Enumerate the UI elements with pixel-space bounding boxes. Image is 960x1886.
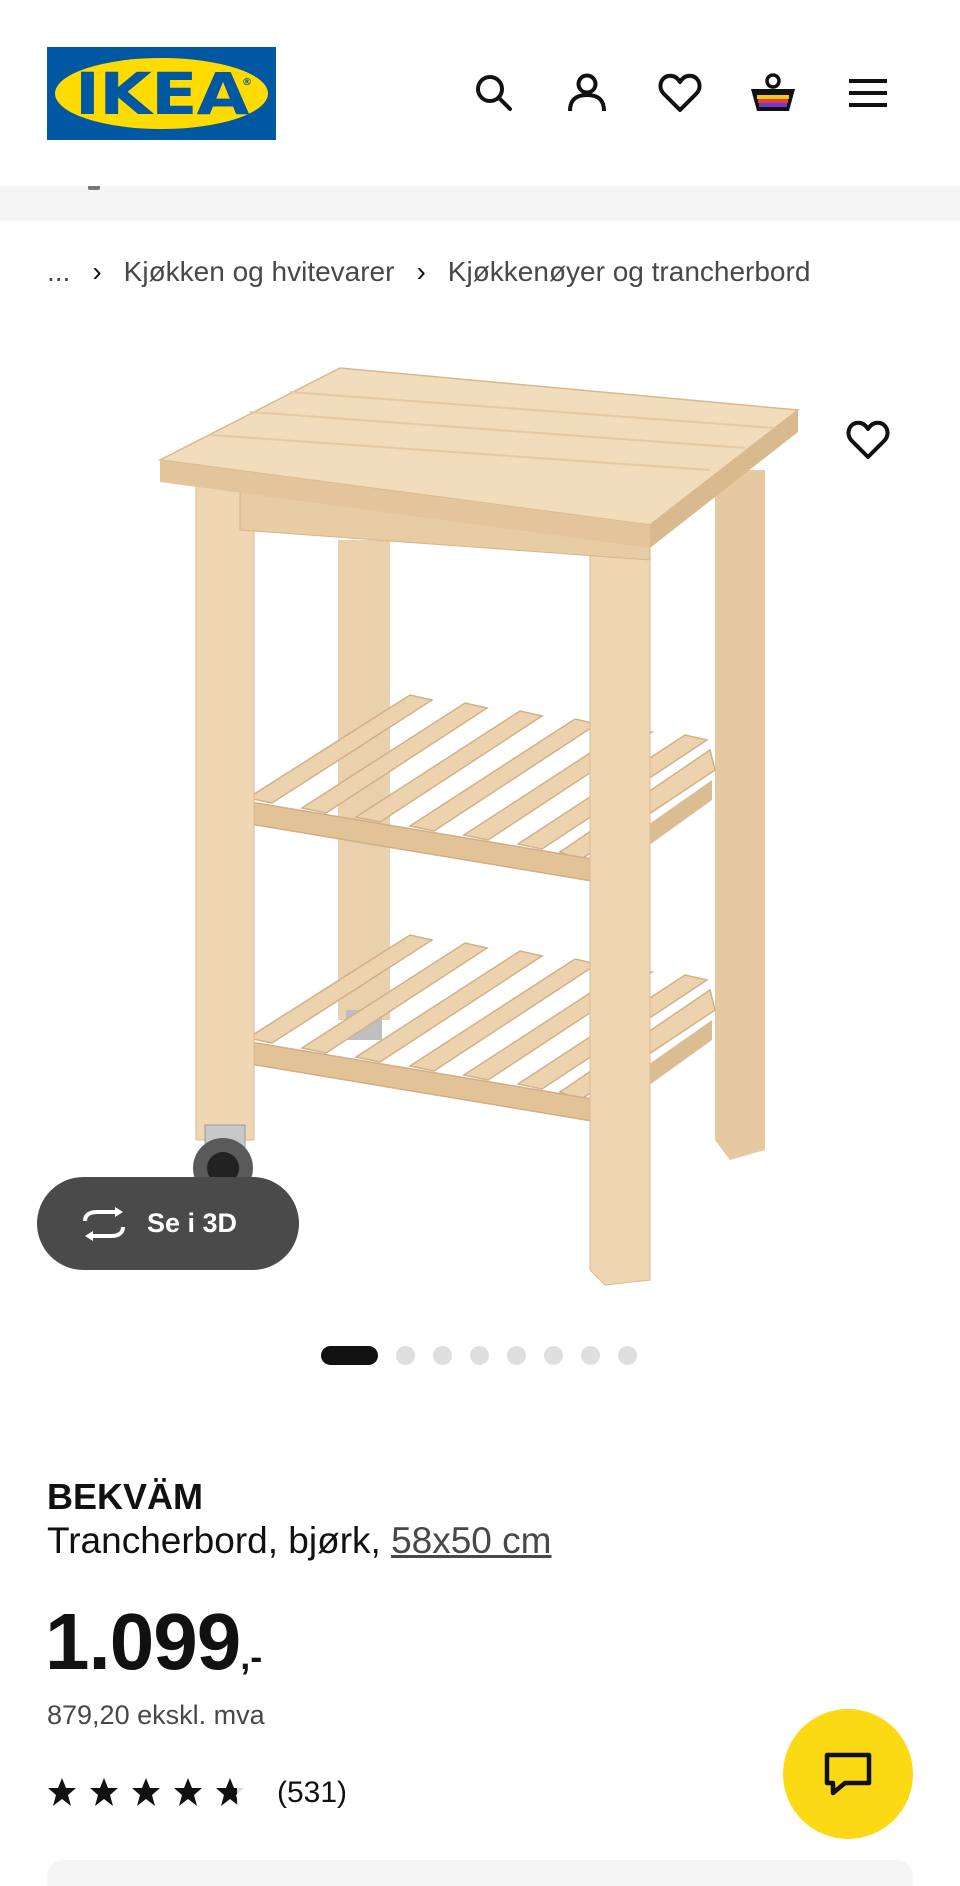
chevron-right-icon: › xyxy=(416,256,426,287)
review-count: (531) xyxy=(277,1776,348,1809)
menu-icon xyxy=(849,79,887,107)
breadcrumb-item-kitchen[interactable]: Kjøkken og hvitevarer xyxy=(124,256,395,288)
pagination-dot[interactable] xyxy=(321,1345,378,1365)
product-size-link[interactable]: 58x50 cm xyxy=(391,1520,551,1561)
site-header: IKEA ® xyxy=(0,0,960,186)
price-integer: 1.099 xyxy=(45,1597,241,1686)
pagination-dot[interactable] xyxy=(618,1345,637,1365)
product-name: BEKVÄM xyxy=(47,1476,204,1517)
breadcrumb-ellipsis[interactable]: ... xyxy=(47,256,70,288)
price-decimal: ,- xyxy=(240,1636,263,1677)
strip-mark xyxy=(88,186,100,190)
price-ex-vat: 879,20 ekskl. mva xyxy=(47,1700,265,1730)
product-type: Trancherbord, bjørk, xyxy=(47,1520,392,1561)
gallery-pagination xyxy=(321,1345,655,1365)
logo-registered-mark: ® xyxy=(242,77,252,88)
menu-button[interactable] xyxy=(841,66,895,120)
wishlist-button[interactable] xyxy=(653,66,707,120)
next-section-card xyxy=(47,1860,913,1886)
rating-stars xyxy=(47,1777,251,1809)
pagination-dot[interactable] xyxy=(507,1345,526,1365)
header-strip xyxy=(0,186,960,221)
heart-icon xyxy=(846,420,890,459)
add-to-wishlist-button[interactable] xyxy=(838,410,898,470)
chevron-right-icon: › xyxy=(92,256,102,287)
pagination-dot[interactable] xyxy=(433,1345,452,1365)
see-in-3d-label: Se i 3D xyxy=(147,1208,238,1238)
logo-wordmark: IKEA xyxy=(74,59,250,128)
star-icon xyxy=(132,1778,160,1806)
pagination-dot[interactable] xyxy=(581,1345,600,1365)
product-image[interactable] xyxy=(0,330,960,1320)
star-half-icon xyxy=(216,1778,244,1806)
account-button[interactable] xyxy=(560,66,614,120)
pagination-dot[interactable] xyxy=(396,1345,415,1365)
product-description: Trancherbord, bjørk, 58x50 cm xyxy=(47,1520,552,1562)
pagination-dot[interactable] xyxy=(470,1345,489,1365)
product-price: 1.099 ,- xyxy=(45,1596,262,1688)
search-icon xyxy=(476,75,512,111)
ikea-logo[interactable]: IKEA ® xyxy=(47,47,276,140)
user-icon xyxy=(568,73,606,112)
chat-button[interactable] xyxy=(783,1709,913,1839)
star-icon xyxy=(48,1778,76,1806)
pagination-dot[interactable] xyxy=(544,1345,563,1365)
star-icon xyxy=(174,1778,202,1806)
heart-icon xyxy=(658,73,702,112)
rotate-3d-icon xyxy=(83,1206,125,1241)
see-in-3d-button[interactable]: Se i 3D xyxy=(37,1177,299,1270)
breadcrumb-item-kitchen-islands[interactable]: Kjøkkenøyer og trancherbord xyxy=(448,256,811,288)
chat-icon xyxy=(824,1752,872,1796)
basket-icon xyxy=(751,73,795,111)
basket-button[interactable] xyxy=(746,66,800,120)
product-photo-bekvam xyxy=(157,367,800,1286)
search-button[interactable] xyxy=(467,66,521,120)
star-icon xyxy=(90,1778,118,1806)
product-rating[interactable]: (531) xyxy=(47,1776,347,1810)
breadcrumb: ... › Kjøkken og hvitevarer › Kjøkkenøye… xyxy=(47,252,810,292)
